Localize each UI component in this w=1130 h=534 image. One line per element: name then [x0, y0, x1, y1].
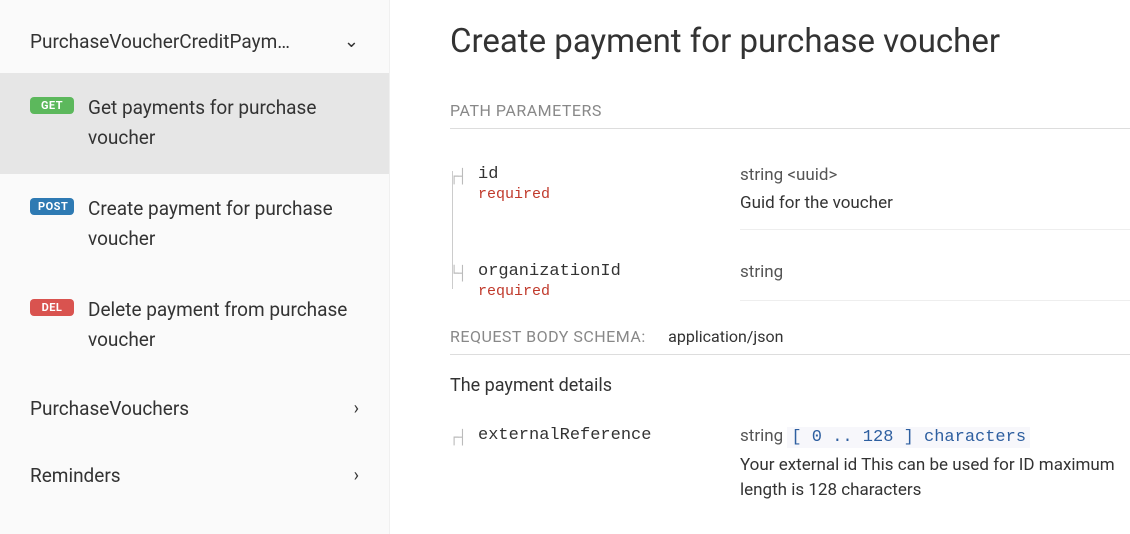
sidebar-item-get-payments[interactable]: GET Get payments for purchase voucher: [0, 73, 389, 174]
sidebar-group-purchase-voucher-credit-payments[interactable]: PurchaseVoucherCreditPaym… ⌄: [0, 0, 389, 73]
tree-connector-icon: ┌┤: [450, 430, 468, 446]
chevron-right-icon: ›: [354, 398, 359, 419]
http-method-badge: POST: [30, 198, 74, 215]
body-params-table: ┌┤ externalReference string [ 0 .. 128 ]…: [450, 410, 1130, 532]
param-constraint: [ 0 .. 128 ] characters: [787, 427, 1030, 448]
path-params-table: ┌┤ id required string <uuid> Guid for th…: [450, 149, 1130, 317]
sidebar-item-purchase-vouchers[interactable]: PurchaseVouchers ›: [0, 375, 389, 442]
param-type: string <uuid>: [740, 165, 1130, 185]
param-type: string: [740, 262, 1130, 282]
sidebar-item-delete-payment[interactable]: DEL Delete payment from purchase voucher: [0, 275, 389, 376]
main-content: Create payment for purchase voucher PATH…: [390, 0, 1130, 534]
param-name: externalReference: [478, 426, 651, 445]
param-description: Guid for the voucher: [740, 191, 1130, 217]
param-name: organizationId: [478, 262, 621, 281]
param-row-organization-id: └┤ organizationId required string: [450, 246, 1130, 317]
required-label: required: [478, 283, 621, 300]
sidebar-item-label: Reminders: [30, 464, 121, 487]
param-row-id: ┌┤ id required string <uuid> Guid for th…: [450, 149, 1130, 246]
sidebar-item-label: Create payment for purchase voucher: [88, 194, 359, 255]
sidebar-item-create-payment[interactable]: POST Create payment for purchase voucher: [0, 174, 389, 275]
param-type: string [ 0 .. 128 ] characters: [740, 426, 1130, 447]
body-description: The payment details: [450, 375, 1130, 396]
schema-heading-text: REQUEST BODY SCHEMA:: [450, 327, 646, 346]
http-method-badge: GET: [30, 97, 74, 114]
required-label: required: [478, 186, 550, 203]
sidebar-group-label: PurchaseVoucherCreditPaym…: [30, 30, 290, 53]
tree-line: [452, 171, 453, 289]
page-title: Create payment for purchase voucher: [450, 22, 1130, 61]
sidebar-item-reminders[interactable]: Reminders ›: [0, 442, 389, 509]
sidebar-item-label: PurchaseVouchers: [30, 397, 189, 420]
request-body-schema-heading: REQUEST BODY SCHEMA: application/json: [450, 327, 1130, 355]
param-row-external-reference: ┌┤ externalReference string [ 0 .. 128 ]…: [450, 410, 1130, 532]
sidebar-item-label: Get payments for purchase voucher: [88, 93, 359, 154]
chevron-down-icon: ⌄: [344, 31, 359, 52]
param-description: Your external id This can be used for ID…: [740, 453, 1130, 504]
path-parameters-heading: PATH PARAMETERS: [450, 101, 1130, 129]
http-method-badge: DEL: [30, 299, 74, 316]
param-name: id: [478, 165, 550, 184]
sidebar: PurchaseVoucherCreditPaym… ⌄ GET Get pay…: [0, 0, 390, 534]
chevron-right-icon: ›: [354, 465, 359, 486]
sidebar-item-label: Delete payment from purchase voucher: [88, 295, 359, 356]
content-type: application/json: [668, 327, 783, 346]
